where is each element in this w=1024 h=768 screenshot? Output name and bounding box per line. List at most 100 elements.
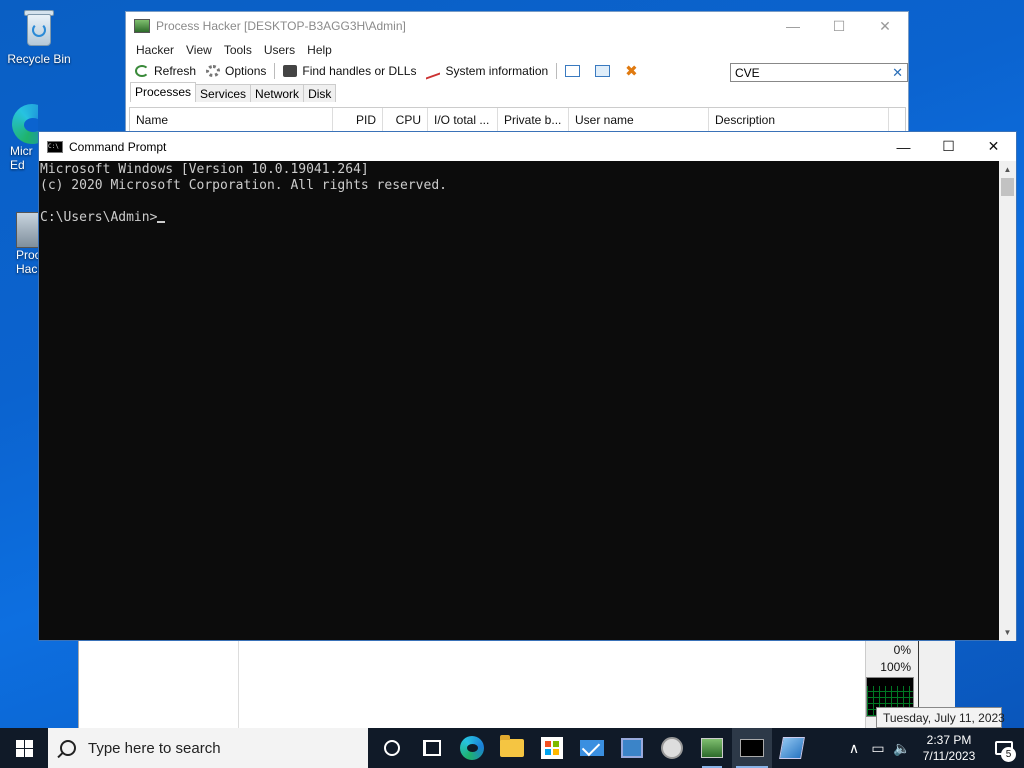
clock-date: 7/11/2023 (922, 749, 976, 763)
cmd-app-icon: C:\ (47, 140, 63, 153)
menu-hacker[interactable]: Hacker (132, 41, 178, 59)
desktop-icon-label: Recycle Bin (7, 52, 71, 66)
menu-help[interactable]: Help (303, 41, 336, 59)
task-view-button[interactable] (412, 728, 452, 768)
process-table-header: Name PID CPU I/O total ... Private b... … (129, 107, 906, 133)
window-icon (565, 65, 581, 77)
search-icon (60, 740, 76, 756)
network-icon[interactable]: ▭ (866, 728, 890, 768)
refresh-button[interactable]: Refresh (130, 61, 201, 81)
cortana-icon (384, 740, 400, 756)
column-cpu[interactable]: CPU (383, 108, 428, 133)
search-input[interactable]: CVE ✕ (730, 63, 908, 82)
taskbar-process-hacker[interactable] (692, 728, 732, 768)
process-hacker-lower-area: 0% 100% (78, 641, 955, 729)
desktop-icon-label: Micr Ed (10, 144, 33, 172)
app-icon (621, 738, 643, 758)
chart-icon (426, 62, 441, 80)
binoculars-icon (283, 65, 298, 77)
find-window-icon (595, 65, 611, 77)
command-prompt-window[interactable]: C:\ Command Prompt — ☐ ✕ Microsoft Windo… (38, 131, 1017, 641)
column-io-total[interactable]: I/O total ... (428, 108, 498, 133)
column-user-name[interactable]: User name (569, 108, 709, 133)
window-title: Process Hacker [DESKTOP-B3AGG3H\Admin] (156, 19, 406, 33)
desktop-icon-label: Proc Hack (16, 248, 38, 276)
close-button[interactable]: ✕ (862, 12, 908, 40)
column-pid[interactable]: PID (333, 108, 383, 133)
task-view-icon (423, 740, 441, 756)
minimize-button[interactable]: — (881, 132, 926, 161)
desktop-icon-edge[interactable]: Micr Ed (0, 104, 38, 172)
desktop-icon-recycle-bin[interactable]: Recycle Bin (1, 8, 77, 66)
console-prompt-line: C:\Users\Admin> (40, 210, 1000, 226)
process-hacker-window[interactable]: Process Hacker [DESKTOP-B3AGG3H\Admin] —… (125, 11, 909, 136)
process-hacker-icon (16, 212, 38, 248)
taskbar-file-explorer[interactable] (492, 728, 532, 768)
terminate-button[interactable]: ✖ (620, 61, 643, 81)
taskbar-command-prompt[interactable] (732, 728, 772, 768)
tab-processes[interactable]: Processes (130, 82, 197, 102)
close-x-icon: ✖ (625, 63, 638, 80)
tab-services[interactable]: Services (195, 84, 252, 102)
options-button[interactable]: Options (201, 61, 271, 81)
console-prompt: C:\Users\Admin> (40, 210, 158, 225)
window-button[interactable] (560, 61, 590, 81)
search-value: CVE (735, 65, 760, 80)
mail-icon (580, 740, 604, 756)
chevron-up-icon[interactable]: ∧ (842, 728, 866, 768)
column-private-bytes[interactable]: Private b... (498, 108, 569, 133)
action-center-button[interactable]: 5 (984, 728, 1024, 768)
clock-time: 2:37 PM (926, 733, 972, 747)
taskbar-paint[interactable] (772, 728, 812, 768)
find-handles-button[interactable]: Find handles or DLLs (278, 61, 421, 81)
system-information-button[interactable]: System information (421, 61, 553, 81)
menu-view[interactable]: View (182, 41, 216, 59)
command-prompt-titlebar[interactable]: C:\ Command Prompt — ☐ ✕ (39, 132, 1016, 161)
scroll-up-arrow-icon[interactable]: ▲ (999, 161, 1016, 178)
console-output[interactable]: Microsoft Windows [Version 10.0.19041.26… (39, 161, 1000, 641)
taskbar-app-blue[interactable] (612, 728, 652, 768)
text-cursor (157, 221, 166, 223)
scroll-thumb[interactable] (1001, 178, 1014, 196)
maximize-button[interactable]: ☐ (816, 12, 862, 40)
tab-network[interactable]: Network (250, 84, 305, 102)
taskbar-mail[interactable] (572, 728, 612, 768)
splitter (238, 641, 239, 729)
minimize-button[interactable]: — (770, 12, 816, 40)
folder-icon (500, 735, 524, 757)
console-line: Microsoft Windows [Version 10.0.19041.26… (40, 162, 369, 177)
taskbar-clock-app[interactable] (652, 728, 692, 768)
date-tooltip: Tuesday, July 11, 2023 (876, 707, 1005, 728)
find-window-button[interactable] (590, 61, 620, 81)
scroll-down-arrow-icon[interactable]: ▼ (999, 624, 1016, 641)
system-tray: ∧ ▭ 🔈 2:37 PM 7/11/2023 5 (842, 728, 1024, 768)
window-title: Command Prompt (69, 139, 167, 154)
tab-bar: Processes Services Network Disk (126, 82, 908, 102)
taskbar-store[interactable] (532, 728, 572, 768)
cortana-button[interactable] (372, 728, 412, 768)
process-hacker-titlebar[interactable]: Process Hacker [DESKTOP-B3AGG3H\Admin] —… (126, 12, 908, 40)
vertical-scrollbar[interactable]: ▲ ▼ (999, 161, 1016, 641)
taskbar-search-box[interactable]: Type here to search (48, 728, 368, 768)
gear-icon (206, 65, 221, 77)
edge-icon (460, 736, 484, 760)
clear-search-icon[interactable]: ✕ (892, 65, 903, 81)
store-icon (541, 737, 563, 759)
menu-tools[interactable]: Tools (220, 41, 256, 59)
volume-icon[interactable]: 🔈 (890, 728, 914, 768)
close-button[interactable]: ✕ (971, 132, 1016, 161)
start-button[interactable] (0, 728, 48, 768)
maximize-button[interactable]: ☐ (926, 132, 971, 161)
column-description[interactable]: Description (709, 108, 889, 133)
taskbar: Type here to search ∧ ▭ 🔈 2:37 PM 7/11/2… (0, 728, 1024, 768)
desktop-icon-process-hacker[interactable]: Proc Hack (10, 212, 38, 276)
tab-disk[interactable]: Disk (303, 84, 337, 102)
taskbar-edge[interactable] (452, 728, 492, 768)
refresh-icon (135, 65, 149, 77)
menu-users[interactable]: Users (260, 41, 299, 59)
column-name[interactable]: Name (130, 108, 333, 133)
edge-icon (12, 104, 38, 144)
taskbar-clock[interactable]: 2:37 PM 7/11/2023 (914, 732, 984, 764)
search-placeholder: Type here to search (88, 739, 221, 757)
